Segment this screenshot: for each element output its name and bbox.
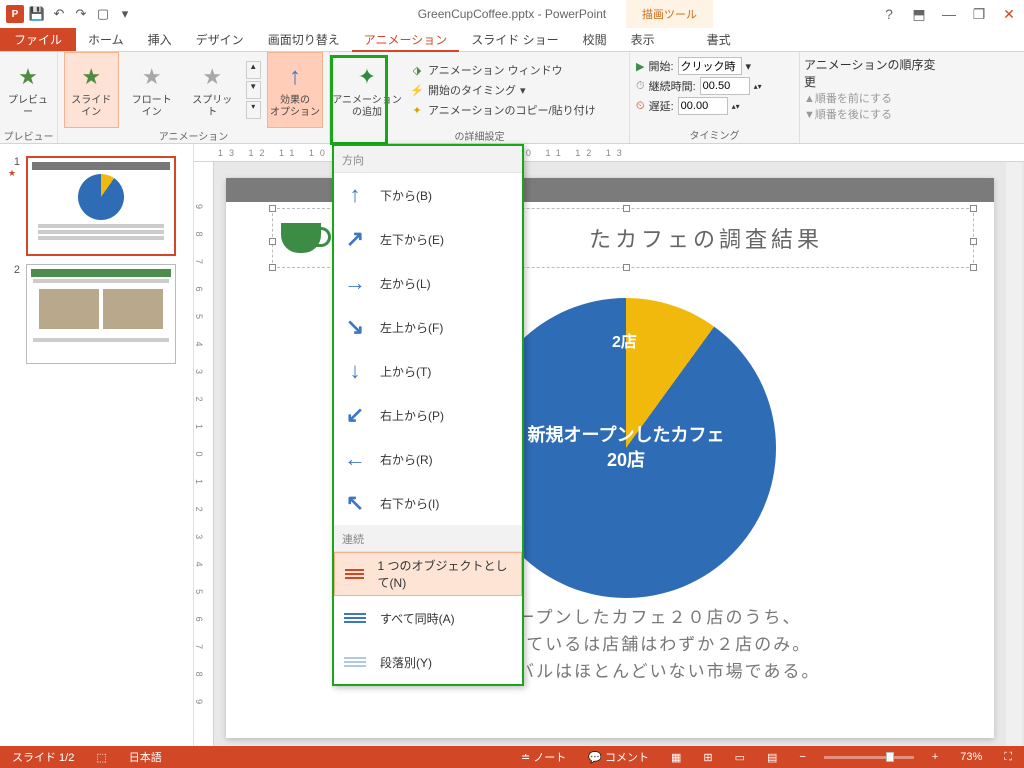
direction-from-right[interactable]: ←右から(R) xyxy=(334,437,522,481)
contextual-tab-drawing[interactable]: 描画ツール xyxy=(626,0,713,28)
add-animation-button[interactable]: ✦アニメーション の追加 xyxy=(330,52,404,128)
duration-input[interactable] xyxy=(700,77,750,95)
tab-transitions[interactable]: 画面切り替え xyxy=(256,28,352,51)
slide-title-text: たカフェの調査結果 xyxy=(589,222,823,254)
fit-to-window-icon[interactable]: ⛶ xyxy=(1000,751,1016,764)
view-normal-icon[interactable]: ▦ xyxy=(667,751,685,764)
pie-label-small: 2店 xyxy=(612,328,637,352)
direction-from-top-left[interactable]: ↘左上から(F) xyxy=(334,305,522,349)
thumbnail-slide-1[interactable] xyxy=(26,156,176,256)
thumb-1-number: 1 xyxy=(8,156,20,168)
anim-float-in[interactable]: ★フロートイン xyxy=(125,52,179,128)
group-label-advanced: の詳細設定 xyxy=(330,128,629,144)
view-reading-icon[interactable]: ▭ xyxy=(731,751,749,764)
view-slideshow-icon[interactable]: ▤ xyxy=(763,751,781,764)
sequence-by-paragraph[interactable]: 段落別(Y) xyxy=(334,640,522,684)
thumb-1-anim-icon: ★ xyxy=(8,168,20,179)
group-label-animation: アニメーション xyxy=(58,128,329,144)
status-comments-button[interactable]: 💬 コメント xyxy=(584,749,653,765)
tab-view[interactable]: 表示 xyxy=(619,28,667,51)
start-from-beginning-icon[interactable]: ▢ xyxy=(92,3,114,25)
thumbnail-slide-2[interactable] xyxy=(26,264,176,364)
animation-painter-button[interactable]: ✦アニメーションのコピー/貼り付け xyxy=(404,100,602,120)
dropdown-section-direction: 方向 xyxy=(334,146,522,173)
group-label-preview: プレビュー xyxy=(0,128,57,144)
delay-input[interactable] xyxy=(678,97,728,115)
status-bar: スライド 1/2 ⬚ 日本語 ≐ ノート 💬 コメント ▦ ⊞ ▭ ▤ − + … xyxy=(0,746,1024,768)
direction-from-bottom-right[interactable]: ↖右下から(I) xyxy=(334,481,522,525)
reorder-label: アニメーションの順序変更 xyxy=(804,56,946,90)
gallery-more-icon[interactable]: ▾ xyxy=(246,101,262,119)
gallery-scroll-down-icon[interactable]: ▼ xyxy=(246,81,262,99)
sequence-as-one-object[interactable]: 1 つのオブジェクトとして(N) xyxy=(334,552,522,596)
tab-slideshow[interactable]: スライド ショー xyxy=(459,28,570,51)
anim-slide-in[interactable]: ★スライドイン xyxy=(64,52,119,128)
trigger-button[interactable]: ⚡開始のタイミング▾ xyxy=(404,80,602,100)
gallery-scroll-up-icon[interactable]: ▲ xyxy=(246,61,262,79)
preview-button[interactable]: ★プレビュー xyxy=(0,52,56,128)
start-label: 開始: xyxy=(648,58,673,74)
tab-home[interactable]: ホーム xyxy=(76,28,136,51)
status-notes-button[interactable]: ≐ ノート xyxy=(517,749,570,765)
group-label-timing: タイミング xyxy=(630,127,799,143)
quick-access-toolbar: P 💾 ↶ ↷ ▢ ▾ xyxy=(0,3,136,25)
status-slide-indicator[interactable]: スライド 1/2 xyxy=(8,749,78,765)
close-icon[interactable]: ✕ xyxy=(994,3,1024,25)
start-select[interactable] xyxy=(678,57,742,75)
restore-icon[interactable]: ❐ xyxy=(964,3,994,25)
move-later-button: ▼順番を後にする xyxy=(804,106,946,122)
horizontal-ruler: 13 12 11 10 9 8 7 4 5 6 7 8 9 10 11 12 1… xyxy=(194,144,1024,162)
anim-split[interactable]: ★スプリット xyxy=(185,52,239,128)
slide-editor: 13 12 11 10 9 8 7 4 5 6 7 8 9 10 11 12 1… xyxy=(194,144,1024,746)
sequence-all-at-once[interactable]: すべて同時(A) xyxy=(334,596,522,640)
window-title: GreenCupCoffee.pptx - PowerPoint xyxy=(418,7,607,21)
direction-from-bottom-left[interactable]: ↗左下から(E) xyxy=(334,217,522,261)
view-sorter-icon[interactable]: ⊞ xyxy=(699,751,716,764)
app-icon[interactable]: P xyxy=(4,3,26,25)
zoom-percent[interactable]: 73% xyxy=(956,751,986,763)
thumb-2-number: 2 xyxy=(8,264,20,364)
slide-thumbnail-pane[interactable]: 1★ 2 xyxy=(0,144,194,746)
status-language[interactable]: 日本語 xyxy=(125,749,166,765)
move-earlier-button: ▲順番を前にする xyxy=(804,90,946,106)
duration-label: 継続時間: xyxy=(649,78,696,94)
tab-file[interactable]: ファイル xyxy=(0,28,76,51)
redo-icon[interactable]: ↷ xyxy=(70,3,92,25)
dropdown-section-sequence: 連続 xyxy=(334,525,522,552)
direction-from-left[interactable]: →左から(L) xyxy=(334,261,522,305)
zoom-in-icon[interactable]: + xyxy=(928,751,942,763)
title-bar: P 💾 ↶ ↷ ▢ ▾ GreenCupCoffee.pptx - PowerP… xyxy=(0,0,1024,28)
save-icon[interactable]: 💾 xyxy=(26,3,48,25)
tab-animations[interactable]: アニメーション xyxy=(352,28,460,52)
tab-insert[interactable]: 挿入 xyxy=(136,28,184,51)
minimize-icon[interactable]: — xyxy=(934,3,964,25)
pie-label-big: 新規オープンしたカフェ20店 xyxy=(528,423,725,473)
tab-design[interactable]: デザイン xyxy=(184,28,256,51)
effect-options-button[interactable]: ↑効果の オプション xyxy=(267,52,323,128)
effect-options-dropdown: 方向 ↑下から(B) ↗左下から(E) →左から(L) ↘左上から(F) ↓上か… xyxy=(332,144,524,686)
direction-from-top-right[interactable]: ↙右上から(P) xyxy=(334,393,522,437)
help-icon[interactable]: ? xyxy=(874,3,904,25)
zoom-slider[interactable] xyxy=(824,756,914,759)
undo-icon[interactable]: ↶ xyxy=(48,3,70,25)
tab-format[interactable]: 書式 xyxy=(695,28,743,51)
direction-from-bottom[interactable]: ↑下から(B) xyxy=(334,173,522,217)
delay-label: 遅延: xyxy=(649,98,674,114)
ribbon-display-icon[interactable]: ⬒ xyxy=(904,3,934,25)
status-spellcheck-icon[interactable]: ⬚ xyxy=(92,751,110,764)
animation-pane-button[interactable]: ⬗アニメーション ウィンドウ xyxy=(404,60,602,80)
vertical-scrollbar[interactable] xyxy=(1006,162,1022,746)
direction-from-top[interactable]: ↓上から(T) xyxy=(334,349,522,393)
ribbon: ★プレビュー プレビュー ★スライドイン ★フロートイン ★スプリット ▲ ▼ … xyxy=(0,52,1024,144)
vertical-ruler: 9 8 7 6 5 4 3 2 1 0 1 2 3 4 5 6 7 8 9 xyxy=(194,162,214,746)
qat-customize-icon[interactable]: ▾ xyxy=(114,3,136,25)
cup-icon xyxy=(281,223,321,253)
ribbon-tabs: ファイル ホーム 挿入 デザイン 画面切り替え アニメーション スライド ショー… xyxy=(0,28,1024,52)
tab-review[interactable]: 校閲 xyxy=(571,28,619,51)
zoom-out-icon[interactable]: − xyxy=(795,751,809,763)
